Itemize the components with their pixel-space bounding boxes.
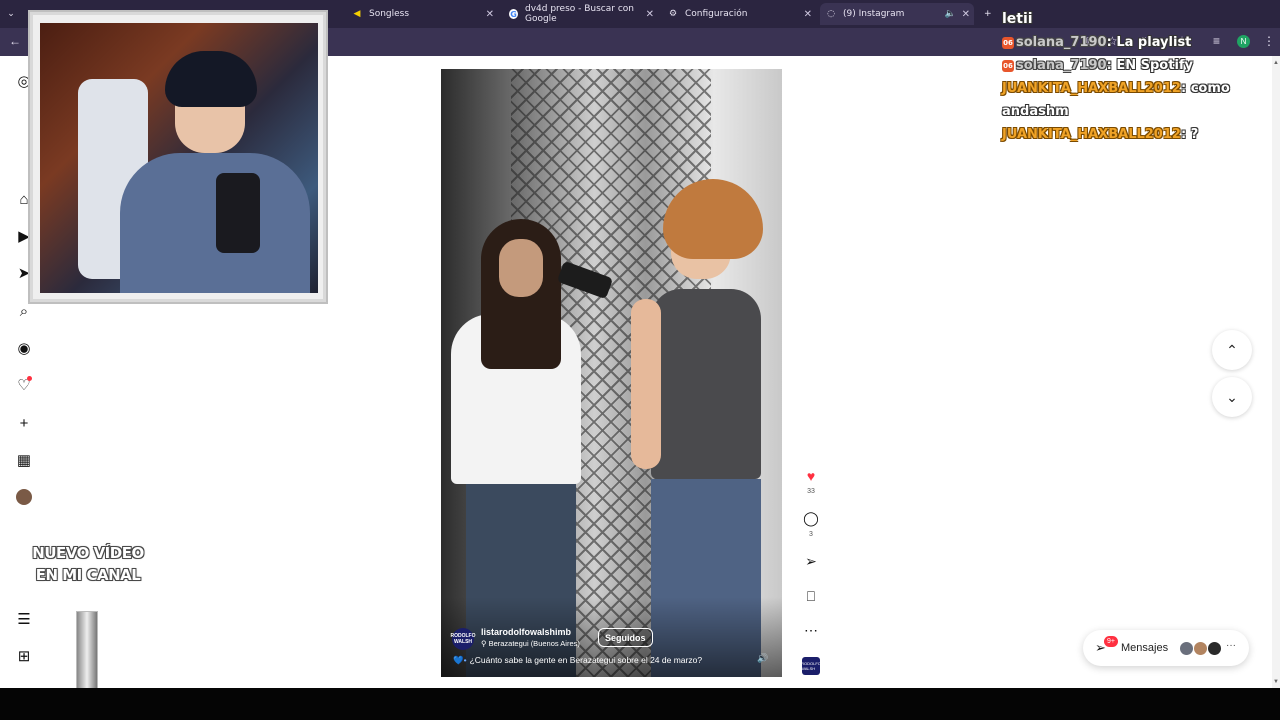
location-pin-icon: ⚲ [481,639,489,648]
chat-line: 06 solana_7190: La playlist [1002,35,1192,50]
next-reel-button[interactable]: ⌄ [1212,377,1252,417]
audio-icon[interactable]: 🔊 [757,653,768,664]
tab-instagram[interactable]: ◌ (9) Instagram 🔈 ✕ [820,3,974,25]
chat-line: 06 solana_7190: EN Spotify [1002,58,1194,73]
chevron-down-icon: ⌄ [1226,388,1238,405]
more-dots-icon: ··· [1226,640,1236,651]
comment-icon[interactable]: ◯ [802,510,820,527]
following-button[interactable]: Seguidos [598,628,653,647]
gear-icon: ⚙ [668,9,678,19]
promo-line-1: NUEVO VÍDEO [32,544,144,562]
close-icon[interactable]: ✕ [804,9,812,20]
tab-title: Songless [369,9,410,19]
webcam-feed [40,23,318,293]
promo-line-2: EN MI CANAL [35,566,141,584]
author-avatar[interactable]: RODOLFO WALSH [451,628,476,650]
menu-icon[interactable]: ⋮ [1263,34,1275,48]
explore-icon[interactable]: ◉ [15,339,33,357]
messages-pill[interactable]: ➢ 9+ Mensajes ··· [1083,630,1249,666]
chevron-down-icon: ⌄ [7,9,15,19]
speaker-icon[interactable]: 🔈 [945,9,956,19]
page-scrollbar[interactable] [1272,56,1280,688]
promo-thumbnail [76,611,98,699]
back-icon[interactable]: ← [9,34,21,48]
tab-list-button[interactable]: ⌄ [6,3,23,25]
songless-icon: ◀ [353,9,361,19]
chat-line: JUANKITA_HAXBALL2012: ? [1002,127,1199,142]
more-menu-icon[interactable]: ☰ [15,610,33,628]
chat-line: JUANKITA_HAXBALL2012: como andashm [1002,81,1230,119]
dashboard-icon[interactable]: ▦ [15,451,33,469]
tab-songless[interactable]: ◀ Songless ✕ [352,3,494,25]
more-options-icon[interactable]: ⋯ [802,622,820,639]
tab-google[interactable]: G dv4d preso - Buscar con Google ✕ [509,3,654,25]
messages-badge: 9+ [1104,636,1118,647]
scroll-down-icon[interactable]: ▼ [1273,679,1279,685]
bottom-letterbox [0,688,1280,720]
share-icon[interactable]: ➢ [802,553,820,570]
stream-chat: letii 06 solana_7190: La playlist 06 solan… [1002,8,1252,146]
tab-configuracion[interactable]: ⚙ Configuración ✕ [668,3,812,25]
loading-icon: ◌ [827,9,835,19]
post-location[interactable]: ⚲ Berazategui (Buenos Aires) [481,639,580,648]
post-caption[interactable]: 💙• ¿Cuánto sabe la gente en Berazategui s… [453,655,702,666]
reel-video[interactable]: RODOLFO WALSH listarodolfowalshimb ⚲ Ber… [441,69,782,677]
avatar [1193,641,1208,656]
avatar [1179,641,1194,656]
like-count: 33 [807,488,815,495]
google-icon: G [509,9,518,19]
meta-apps-icon[interactable]: ⊞ [15,647,33,665]
scroll-up-icon[interactable]: ▲ [1273,60,1279,66]
profile-avatar-nav[interactable] [16,489,32,505]
tab-title: Configuración [685,9,748,19]
webcam-overlay [30,12,326,302]
notifications-icon[interactable]: ♡ [15,376,33,394]
blue-heart-icon: 💙• [453,655,467,665]
new-tab-button[interactable]: + [984,3,992,25]
create-icon[interactable]: + [15,414,33,432]
stream-promo: NUEVO VÍDEO EN MI CANAL [18,542,158,586]
avatar [1207,641,1222,656]
comment-count: 3 [809,531,813,538]
search-icon[interactable]: ⌕ [15,302,33,320]
save-icon[interactable]: ⎕ [802,588,820,605]
chat-line: letii [1002,11,1033,27]
previous-reel-button[interactable]: ⌃ [1212,330,1252,370]
messages-label: Mensajes [1121,642,1169,654]
audio-avatar[interactable]: RODOLFO WALSH [801,657,821,675]
close-icon[interactable]: ✕ [486,9,494,20]
close-icon[interactable]: ✕ [646,9,654,20]
close-icon[interactable]: ✕ [962,9,970,20]
tab-title: (9) Instagram [843,9,905,19]
tab-title: dv4d preso - Buscar con Google [524,4,634,24]
author-name[interactable]: listarodolfowalshimb [481,627,571,637]
chevron-up-icon: ⌃ [1226,341,1238,358]
like-icon[interactable]: ♥ [802,468,820,484]
